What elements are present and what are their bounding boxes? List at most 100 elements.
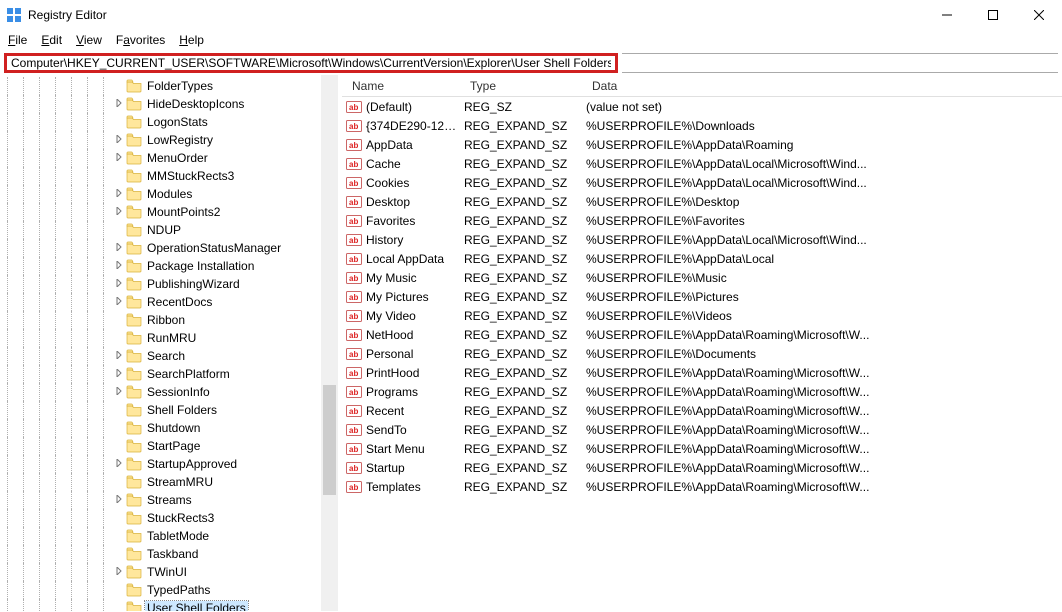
folder-icon — [126, 601, 142, 611]
tree-item[interactable]: Search — [0, 347, 338, 365]
value-row[interactable]: abPrintHoodREG_EXPAND_SZ%USERPROFILE%\Ap… — [342, 363, 1062, 382]
value-row[interactable]: ab(Default)REG_SZ(value not set) — [342, 97, 1062, 116]
tree-item[interactable]: Shutdown — [0, 419, 338, 437]
tree-item[interactable]: TWinUI — [0, 563, 338, 581]
tree-item[interactable]: SearchPlatform — [0, 365, 338, 383]
expander-icon[interactable] — [112, 99, 126, 110]
tree-item[interactable]: Shell Folders — [0, 401, 338, 419]
value-row[interactable]: abLocal AppDataREG_EXPAND_SZ%USERPROFILE… — [342, 249, 1062, 268]
menu-edit[interactable]: Edit — [37, 32, 70, 48]
value-row[interactable]: abTemplatesREG_EXPAND_SZ%USERPROFILE%\Ap… — [342, 477, 1062, 496]
tree-item[interactable]: User Shell Folders — [0, 599, 338, 611]
folder-icon — [126, 331, 142, 345]
indent — [32, 95, 48, 113]
folder-icon — [126, 511, 142, 525]
column-type[interactable]: Type — [464, 79, 586, 93]
tree-item[interactable]: StartupApproved — [0, 455, 338, 473]
expander-icon[interactable] — [112, 279, 126, 290]
tree-item[interactable]: TabletMode — [0, 527, 338, 545]
value-row[interactable]: abStartupREG_EXPAND_SZ%USERPROFILE%\AppD… — [342, 458, 1062, 477]
tree-item[interactable]: HideDesktopIcons — [0, 95, 338, 113]
list-pane[interactable]: Name Type Data ab(Default)REG_SZ(value n… — [342, 75, 1062, 611]
menu-favorites[interactable]: Favorites — [112, 32, 173, 48]
value-row[interactable]: abPersonalREG_EXPAND_SZ%USERPROFILE%\Doc… — [342, 344, 1062, 363]
tree-item[interactable]: StreamMRU — [0, 473, 338, 491]
svg-text:ab: ab — [349, 388, 358, 397]
address-bar-highlighted[interactable]: Computer\HKEY_CURRENT_USER\SOFTWARE\Micr… — [4, 53, 618, 73]
value-row[interactable]: abMy MusicREG_EXPAND_SZ%USERPROFILE%\Mus… — [342, 268, 1062, 287]
svg-text:ab: ab — [349, 217, 358, 226]
value-row[interactable]: abProgramsREG_EXPAND_SZ%USERPROFILE%\App… — [342, 382, 1062, 401]
value-row[interactable]: abMy PicturesREG_EXPAND_SZ%USERPROFILE%\… — [342, 287, 1062, 306]
menu-file[interactable]: File — [4, 32, 35, 48]
tree-item[interactable]: FolderTypes — [0, 77, 338, 95]
tree-item[interactable]: Modules — [0, 185, 338, 203]
indent — [0, 365, 16, 383]
tree-item[interactable]: OperationStatusManager — [0, 239, 338, 257]
indent — [96, 149, 112, 167]
minimize-button[interactable] — [924, 0, 970, 30]
expander-icon[interactable] — [112, 135, 126, 146]
indent — [0, 455, 16, 473]
tree-scrollbar[interactable] — [321, 75, 338, 611]
expander-icon[interactable] — [112, 495, 126, 506]
tree-item[interactable]: Streams — [0, 491, 338, 509]
value-row[interactable]: abFavoritesREG_EXPAND_SZ%USERPROFILE%\Fa… — [342, 211, 1062, 230]
value-type: REG_EXPAND_SZ — [464, 404, 586, 418]
value-row[interactable]: abStart MenuREG_EXPAND_SZ%USERPROFILE%\A… — [342, 439, 1062, 458]
indent — [32, 329, 48, 347]
expander-icon[interactable] — [112, 261, 126, 272]
maximize-button[interactable] — [970, 0, 1016, 30]
tree-item[interactable]: Taskband — [0, 545, 338, 563]
expander-icon[interactable] — [112, 351, 126, 362]
value-row[interactable]: abCookiesREG_EXPAND_SZ%USERPROFILE%\AppD… — [342, 173, 1062, 192]
value-row[interactable]: abRecentREG_EXPAND_SZ%USERPROFILE%\AppDa… — [342, 401, 1062, 420]
menu-help[interactable]: Help — [175, 32, 212, 48]
expander-icon[interactable] — [112, 153, 126, 164]
expander-icon[interactable] — [112, 567, 126, 578]
expander-icon[interactable] — [112, 207, 126, 218]
column-data[interactable]: Data — [586, 79, 1062, 93]
tree-pane[interactable]: FolderTypesHideDesktopIconsLogonStatsLow… — [0, 75, 338, 611]
expander-icon[interactable] — [112, 369, 126, 380]
tree-item[interactable]: PublishingWizard — [0, 275, 338, 293]
tree-item[interactable]: StuckRects3 — [0, 509, 338, 527]
value-row[interactable]: abMy VideoREG_EXPAND_SZ%USERPROFILE%\Vid… — [342, 306, 1062, 325]
expander-icon[interactable] — [112, 243, 126, 254]
expander-icon[interactable] — [112, 189, 126, 200]
svg-text:ab: ab — [349, 274, 358, 283]
tree-item[interactable]: LowRegistry — [0, 131, 338, 149]
close-button[interactable] — [1016, 0, 1062, 30]
value-row[interactable]: abCacheREG_EXPAND_SZ%USERPROFILE%\AppDat… — [342, 154, 1062, 173]
indent — [64, 365, 80, 383]
tree-item[interactable]: TypedPaths — [0, 581, 338, 599]
tree-item[interactable]: MMStuckRects3 — [0, 167, 338, 185]
indent — [48, 257, 64, 275]
column-name[interactable]: Name — [346, 79, 464, 93]
tree-item[interactable]: Ribbon — [0, 311, 338, 329]
value-row[interactable]: abDesktopREG_EXPAND_SZ%USERPROFILE%\Desk… — [342, 192, 1062, 211]
value-row[interactable]: abSendToREG_EXPAND_SZ%USERPROFILE%\AppDa… — [342, 420, 1062, 439]
scrollbar-thumb[interactable] — [323, 385, 336, 495]
expander-icon[interactable] — [112, 387, 126, 398]
tree-item[interactable]: MountPoints2 — [0, 203, 338, 221]
tree-item[interactable]: MenuOrder — [0, 149, 338, 167]
expander-icon[interactable] — [112, 459, 126, 470]
value-row[interactable]: abNetHoodREG_EXPAND_SZ%USERPROFILE%\AppD… — [342, 325, 1062, 344]
tree-item[interactable]: NDUP — [0, 221, 338, 239]
tree-item[interactable]: Package Installation — [0, 257, 338, 275]
tree-item-label: Package Installation — [145, 259, 256, 273]
menu-view[interactable]: View — [72, 32, 110, 48]
expander-icon[interactable] — [112, 297, 126, 308]
indent — [0, 185, 16, 203]
tree-item[interactable]: StartPage — [0, 437, 338, 455]
value-row[interactable]: abHistoryREG_EXPAND_SZ%USERPROFILE%\AppD… — [342, 230, 1062, 249]
indent — [80, 275, 96, 293]
tree-item[interactable]: RecentDocs — [0, 293, 338, 311]
value-row[interactable]: ab{374DE290-123F...REG_EXPAND_SZ%USERPRO… — [342, 116, 1062, 135]
address-bar-rest[interactable] — [622, 53, 1058, 73]
value-row[interactable]: abAppDataREG_EXPAND_SZ%USERPROFILE%\AppD… — [342, 135, 1062, 154]
tree-item[interactable]: RunMRU — [0, 329, 338, 347]
tree-item[interactable]: LogonStats — [0, 113, 338, 131]
tree-item[interactable]: SessionInfo — [0, 383, 338, 401]
